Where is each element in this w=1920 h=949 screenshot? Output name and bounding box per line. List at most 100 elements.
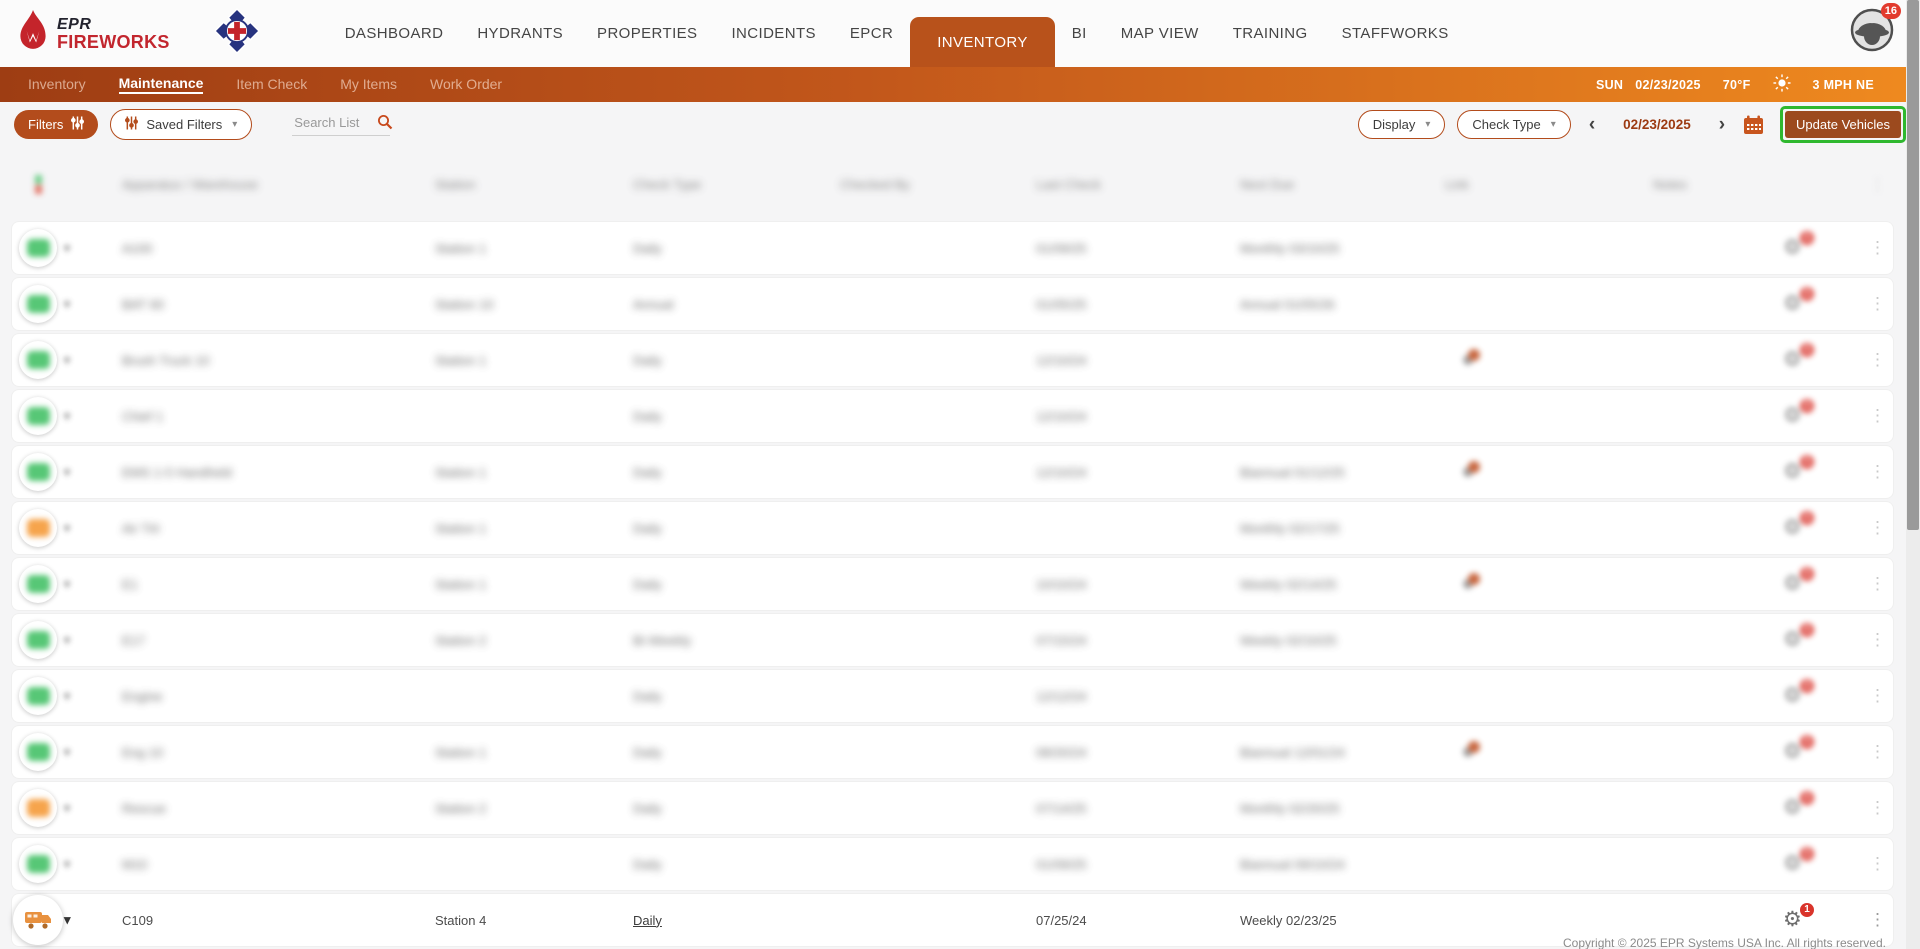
row-menu-icon[interactable]: ⋮ [1869, 686, 1886, 706]
header-menu-icon[interactable]: ⋮ [1869, 175, 1886, 195]
row-settings-gear-icon[interactable]: ⚙1 [1783, 740, 1807, 764]
expand-row-icon[interactable]: ▾ [64, 633, 70, 647]
check-type-cell[interactable]: Daily [633, 353, 840, 368]
column-header-next-due[interactable]: Next Due [1240, 177, 1445, 192]
nav-tab-properties[interactable]: PROPERTIES [580, 0, 714, 67]
vehicle-status-icon[interactable] [19, 341, 57, 379]
expand-row-icon[interactable]: ▾ [64, 745, 70, 759]
row-menu-icon[interactable]: ⋮ [1869, 294, 1886, 314]
check-type-link[interactable]: Daily [633, 913, 840, 928]
vertical-scrollbar[interactable] [1906, 0, 1920, 949]
check-type-cell[interactable]: Daily [633, 241, 840, 256]
apparatus-cell[interactable]: Rescue [122, 801, 435, 816]
nav-tab-staffworks[interactable]: STAFFWORKS [1325, 0, 1466, 67]
row-settings-gear-icon[interactable]: ⚙1 [1783, 292, 1807, 316]
saved-filters-dropdown[interactable]: Saved Filters ▾ [110, 109, 252, 140]
table-row[interactable]: ▾A100Station 1Daily01/09/25Monthly 03/10… [12, 222, 1893, 274]
table-row[interactable]: ▾RescueStation 2Daily07/14/25Monthly 02/… [12, 782, 1893, 834]
row-menu-icon[interactable]: ⋮ [1869, 462, 1886, 482]
apparatus-cell[interactable]: BAT 60 [122, 297, 435, 312]
table-row[interactable]: ▾Chief 1Daily12/10/24⚙1⋮ [12, 390, 1893, 442]
row-settings-gear-icon[interactable]: ⚙1 [1783, 236, 1807, 260]
link-attachment-icon[interactable] [1461, 746, 1483, 763]
expand-row-icon[interactable]: ▾ [64, 912, 71, 928]
row-menu-icon[interactable]: ⋮ [1869, 742, 1886, 762]
row-menu-icon[interactable]: ⋮ [1869, 798, 1886, 818]
vehicle-status-icon[interactable] [19, 621, 57, 659]
check-type-cell[interactable]: Daily [633, 465, 840, 480]
row-settings-gear-icon[interactable]: ⚙1 [1783, 348, 1807, 372]
nav-tab-incidents[interactable]: INCIDENTS [714, 0, 832, 67]
row-settings-gear-icon[interactable]: ⚙1 [1783, 404, 1807, 428]
vehicle-status-icon[interactable] [19, 229, 57, 267]
table-row[interactable]: ▾Air TrlrStation 1DailyMonthly 02/17/25⚙… [12, 502, 1893, 554]
column-header-checked-by[interactable]: Checked By [840, 177, 1036, 192]
table-row[interactable]: ▾Brush Truck 10Station 1Daily12/10/24⚙1⋮ [12, 334, 1893, 386]
update-vehicles-button[interactable]: Update Vehicles [1785, 111, 1901, 138]
row-menu-icon[interactable]: ⋮ [1869, 630, 1886, 650]
row-menu-icon[interactable]: ⋮ [1869, 854, 1886, 874]
expand-row-icon[interactable]: ▾ [64, 409, 70, 423]
vehicle-status-icon[interactable] [13, 895, 63, 945]
check-type-cell[interactable]: Daily [633, 409, 840, 424]
row-menu-icon[interactable]: ⋮ [1869, 406, 1886, 426]
row-menu-icon[interactable]: ⋮ [1869, 910, 1886, 930]
apparatus-cell[interactable]: Brush Truck 10 [122, 353, 435, 368]
row-settings-gear-icon[interactable]: ⚙1 [1783, 684, 1807, 708]
subnav-tab-inventory[interactable]: Inventory [28, 76, 86, 93]
next-date-button[interactable]: › [1719, 115, 1725, 134]
link-attachment-icon[interactable] [1461, 354, 1483, 371]
expand-row-icon[interactable]: ▾ [64, 857, 70, 871]
table-row[interactable]: ▾E1Station 1Daily10/10/24Weekly 02/14/25… [12, 558, 1893, 610]
apparatus-cell[interactable]: E17 [122, 633, 435, 648]
vehicle-status-icon[interactable] [19, 397, 57, 435]
vehicle-status-icon[interactable] [19, 453, 57, 491]
link-attachment-icon[interactable] [1461, 466, 1483, 483]
check-type-cell[interactable]: Bi-Weekly [633, 633, 840, 648]
row-settings-gear-icon[interactable]: ⚙1 [1783, 460, 1807, 484]
scrollbar-thumb[interactable] [1907, 0, 1919, 530]
nav-tab-training[interactable]: TRAINING [1216, 0, 1325, 67]
row-settings-gear-icon[interactable]: ⚙1 [1783, 516, 1807, 540]
nav-tab-bi[interactable]: BI [1055, 0, 1104, 67]
vehicle-status-icon[interactable] [19, 509, 57, 547]
expand-row-icon[interactable]: ▾ [64, 241, 70, 255]
row-settings-gear-icon[interactable]: ⚙1 [1783, 852, 1807, 876]
column-header-last-check[interactable]: Last Check [1036, 177, 1240, 192]
row-settings-gear-icon[interactable]: ⚙1 [1783, 572, 1807, 596]
apparatus-cell[interactable]: M10 [122, 857, 435, 872]
apparatus-cell[interactable]: Engine [122, 689, 435, 704]
apparatus-cell[interactable]: Eng 10 [122, 745, 435, 760]
prev-date-button[interactable]: ‹ [1589, 115, 1595, 134]
link-attachment-icon[interactable] [1461, 578, 1483, 595]
display-dropdown[interactable]: Display ▾ [1358, 110, 1446, 139]
vehicle-status-icon[interactable] [19, 733, 57, 771]
vehicle-status-icon[interactable] [19, 285, 57, 323]
column-header-apparatus-warehouse[interactable]: Apparatus / Warehouse [122, 177, 435, 192]
check-type-dropdown[interactable]: Check Type ▾ [1457, 110, 1570, 139]
subnav-tab-work-order[interactable]: Work Order [430, 76, 502, 93]
expand-row-icon[interactable]: ▾ [64, 353, 70, 367]
table-row[interactable]: ▾EngineDaily12/12/24⚙1⋮ [12, 670, 1893, 722]
subnav-tab-item-check[interactable]: Item Check [236, 76, 307, 93]
expand-row-icon[interactable]: ▾ [64, 297, 70, 311]
nav-tab-inventory[interactable]: INVENTORY [910, 17, 1055, 67]
notification-badge[interactable]: 16 [1881, 3, 1901, 19]
apparatus-cell[interactable]: EMS 1-5 Handheld [122, 465, 435, 480]
table-row[interactable]: ▾M10Daily01/09/25Biannual 09/10/24⚙1⋮ [12, 838, 1893, 890]
nav-tab-dashboard[interactable]: DASHBOARD [328, 0, 461, 67]
apparatus-cell[interactable]: Air Trlr [122, 521, 435, 536]
check-type-cell[interactable]: Daily [633, 689, 840, 704]
row-menu-icon[interactable]: ⋮ [1869, 518, 1886, 538]
check-type-cell[interactable]: Daily [633, 577, 840, 592]
row-menu-icon[interactable]: ⋮ [1869, 574, 1886, 594]
row-settings-gear-icon[interactable]: ⚙1 [1783, 796, 1807, 820]
nav-tab-hydrants[interactable]: HYDRANTS [460, 0, 580, 67]
expand-row-icon[interactable]: ▾ [64, 801, 70, 815]
table-row[interactable]: ▾Eng 10Station 1Daily08/20/24Biannual 12… [12, 726, 1893, 778]
apparatus-cell[interactable]: A100 [122, 241, 435, 256]
expand-row-icon[interactable]: ▾ [64, 465, 70, 479]
apparatus-cell[interactable]: Chief 1 [122, 409, 435, 424]
nav-tab-map-view[interactable]: MAP VIEW [1104, 0, 1216, 67]
vehicle-status-icon[interactable] [19, 677, 57, 715]
